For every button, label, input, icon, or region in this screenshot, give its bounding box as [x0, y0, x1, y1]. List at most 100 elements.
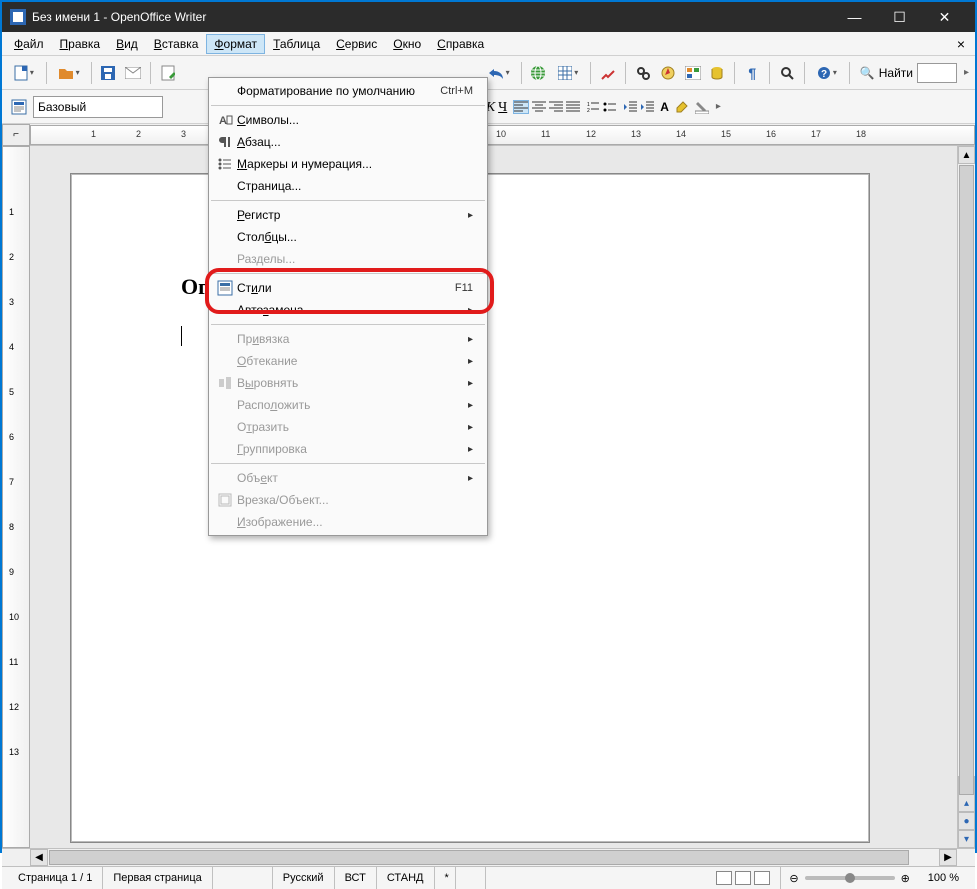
menu-item-label: Разделы...	[237, 252, 473, 266]
gallery-button[interactable]	[682, 62, 704, 84]
find-button[interactable]	[632, 62, 654, 84]
status-zoom-slider[interactable]: ⊖ ⊕	[781, 872, 917, 885]
doc-close-button[interactable]: ×	[951, 36, 971, 52]
menu-вставка[interactable]: Вставка	[146, 34, 207, 54]
scroll-right-button[interactable]: ▶	[939, 849, 957, 866]
menu-item-страница[interactable]: Страница...	[209, 175, 487, 197]
status-selection-mode[interactable]: СТАНД	[377, 867, 435, 889]
menu-item-разделы: Разделы...	[209, 248, 487, 270]
view-book-icon[interactable]	[754, 871, 770, 885]
menu-сервис[interactable]: Сервис	[328, 34, 385, 54]
menu-item-форматированиепоумолчанию[interactable]: Форматирование по умолчаниюCtrl+M	[209, 80, 487, 102]
horizontal-scrollbar[interactable]: ◀ ▶	[30, 849, 957, 866]
increase-indent-button[interactable]	[640, 101, 654, 113]
vertical-ruler[interactable]: 12345678910111213	[2, 146, 30, 848]
email-button[interactable]	[122, 62, 144, 84]
menu-item-маркерыинумерация[interactable]: Маркеры и нумерация...	[209, 153, 487, 175]
menu-вид[interactable]: Вид	[108, 34, 146, 54]
hruler-tick: 1	[91, 129, 96, 139]
horizontal-ruler[interactable]: 123456789101112131415161718	[30, 125, 975, 145]
toolbar-standard: ¶ ? 🔍 Найти ▸	[2, 56, 975, 90]
decrease-indent-button[interactable]	[623, 101, 637, 113]
highlight-button[interactable]	[675, 100, 689, 114]
vscroll-thumb[interactable]	[959, 165, 974, 795]
menu-item-label: Маркеры и нумерация...	[237, 157, 473, 171]
menu-item-label: Абзац...	[237, 135, 473, 149]
menu-item-абзац[interactable]: Абзац...	[209, 131, 487, 153]
status-pagestyle[interactable]: Первая страница	[103, 867, 212, 889]
navigator-button[interactable]	[657, 62, 679, 84]
workspace: 12345678910111213 Огл ▲ ▼ ▴ ● ▾	[2, 146, 975, 848]
font-color-button[interactable]: A	[660, 98, 669, 116]
char-icon: A	[213, 113, 237, 127]
menu-item-столбцы[interactable]: Столбцы...	[209, 226, 487, 248]
menu-item-label: Автозамена	[237, 303, 468, 317]
background-color-button[interactable]	[695, 100, 709, 114]
edit-doc-button[interactable]	[157, 62, 179, 84]
paragraph-style-combo[interactable]	[33, 96, 163, 118]
svg-text:A: A	[219, 115, 227, 127]
help-button[interactable]: ?	[811, 62, 843, 84]
status-page[interactable]: Страница 1 / 1	[8, 867, 103, 889]
align-icon	[213, 376, 237, 390]
menu-формат[interactable]: Формат	[206, 34, 265, 54]
prev-page-button[interactable]: ▴	[958, 794, 975, 812]
menu-item-label: Символы...	[237, 113, 473, 127]
menubar: ФайлПравкаВидВставкаФорматТаблицаСервисО…	[2, 32, 975, 56]
hyperlink-button[interactable]	[528, 62, 550, 84]
next-page-button[interactable]: ▾	[958, 830, 975, 848]
draw-button[interactable]	[597, 62, 619, 84]
menu-item-стили[interactable]: СтилиF11	[209, 277, 487, 299]
find-input[interactable]	[917, 63, 957, 83]
nonprinting-button[interactable]: ¶	[741, 62, 763, 84]
status-view-layout[interactable]	[706, 867, 781, 889]
status-zoom-value[interactable]: 100 %	[918, 867, 969, 889]
menu-окно[interactable]: Окно	[385, 34, 429, 54]
menu-item-отразить: Отразить▸	[209, 416, 487, 438]
open-button[interactable]	[53, 62, 85, 84]
hscroll-row: ◀ ▶	[2, 848, 975, 866]
menu-item-регистр[interactable]: Регистр▸	[209, 204, 487, 226]
styles-icon-button[interactable]	[8, 96, 30, 118]
align-justify-button[interactable]	[566, 101, 580, 113]
menu-item-label: Обтекание	[237, 354, 468, 368]
minimize-button[interactable]: —	[832, 2, 877, 32]
save-button[interactable]	[98, 62, 120, 84]
toolbar2-overflow-icon[interactable]: ▸	[716, 101, 721, 112]
view-single-icon[interactable]	[716, 871, 732, 885]
svg-text:?: ?	[821, 69, 827, 80]
numbered-list-button[interactable]: 12	[586, 101, 600, 113]
menu-справка[interactable]: Справка	[429, 34, 492, 54]
menu-файл[interactable]: Файл	[6, 34, 52, 54]
new-doc-button[interactable]	[8, 62, 40, 84]
vertical-scrollbar[interactable]: ▲ ▼ ▴ ● ▾	[957, 146, 975, 848]
status-language[interactable]: Русский	[273, 867, 335, 889]
datasources-button[interactable]	[707, 62, 729, 84]
table-button[interactable]	[552, 62, 584, 84]
zoom-button[interactable]	[776, 62, 798, 84]
zoom-out-icon[interactable]: ⊖	[789, 872, 798, 885]
vruler-tick: 8	[9, 522, 14, 532]
scroll-up-button[interactable]: ▲	[958, 146, 975, 164]
toolbar-formatting: Ж К Ч 12 A ▸	[2, 90, 975, 124]
bullet-list-button[interactable]	[603, 101, 617, 113]
maximize-button[interactable]: ☐	[877, 2, 922, 32]
underline-button[interactable]: Ч	[498, 98, 507, 116]
toolbar-overflow-icon[interactable]: ▸	[964, 67, 969, 78]
menu-item-автозамена[interactable]: Автозамена▸	[209, 299, 487, 321]
align-center-button[interactable]	[532, 101, 546, 113]
status-insert-mode[interactable]: ВСТ	[335, 867, 377, 889]
close-button[interactable]: ✕	[922, 2, 967, 32]
zoom-in-icon[interactable]: ⊕	[901, 872, 910, 885]
view-multi-icon[interactable]	[735, 871, 751, 885]
hscroll-thumb[interactable]	[49, 850, 909, 865]
menu-item-изображение: Изображение...	[209, 511, 487, 533]
nav-browse-button[interactable]: ●	[958, 812, 975, 830]
scroll-left-button[interactable]: ◀	[30, 849, 48, 866]
menu-правка[interactable]: Правка	[52, 34, 109, 54]
titlebar: Без имени 1 - OpenOffice Writer — ☐ ✕	[2, 2, 975, 32]
align-left-button[interactable]	[513, 100, 529, 114]
menu-item-символы[interactable]: A Символы...	[209, 109, 487, 131]
menu-таблица[interactable]: Таблица	[265, 34, 328, 54]
align-right-button[interactable]	[549, 101, 563, 113]
